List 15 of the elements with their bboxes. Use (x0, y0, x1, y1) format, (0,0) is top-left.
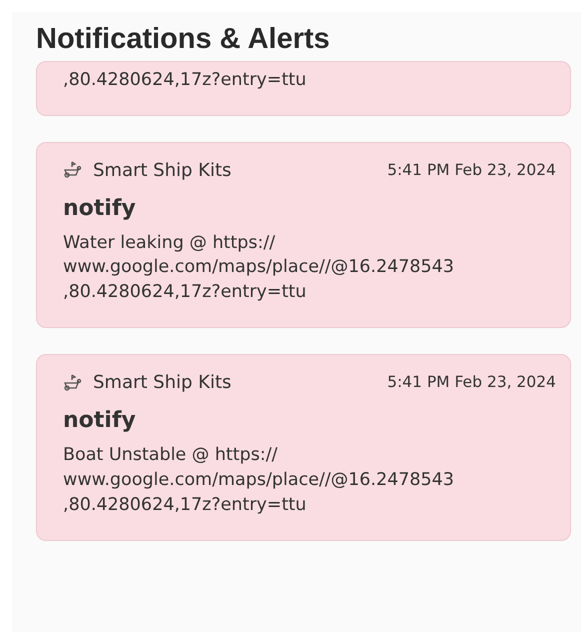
notification-card[interactable]: Smart Ship Kits 5:41 PM Feb 23, 2024 notify Boat Unstable @ https:// www.google.com/maps/place//@16.2478543 ,80.4280624,17z?entry=ttu (36, 354, 571, 541)
notification-card[interactable]: ,80.4280624,17z?entry=ttu (36, 60, 571, 116)
ship-icon (63, 160, 83, 180)
notification-time: 5:41 PM Feb 23, 2024 (387, 160, 556, 181)
page-title: Notifications & Alerts (35, 22, 331, 57)
notification-message: ,80.4280624,17z?entry=ttu (63, 68, 308, 92)
notification-title: notify (63, 194, 137, 223)
ship-icon (63, 372, 83, 393)
notification-card[interactable]: Smart Ship Kits 5:41 PM Feb 23, 2024 notify Water leaking @ https:// www.google.com/maps/place//@16.2478543 ,80.4280624,17z?entry=ttu (36, 142, 571, 328)
app-name: Smart Ship Kits (93, 158, 232, 183)
app-name: Smart Ship Kits (93, 371, 232, 396)
notification-message: Water leaking @ https:// www.google.com/maps/place//@16.2478543 ,80.4280624,17z?entry=ttu (63, 232, 456, 304)
notification-message: Boat Unstable @ https:// www.google.com/maps/place//@16.2478543 ,80.4280624,17z?entry=ttu (63, 444, 456, 517)
notification-time: 5:41 PM Feb 23, 2024 (387, 372, 556, 394)
notification-title: notify (63, 407, 137, 436)
